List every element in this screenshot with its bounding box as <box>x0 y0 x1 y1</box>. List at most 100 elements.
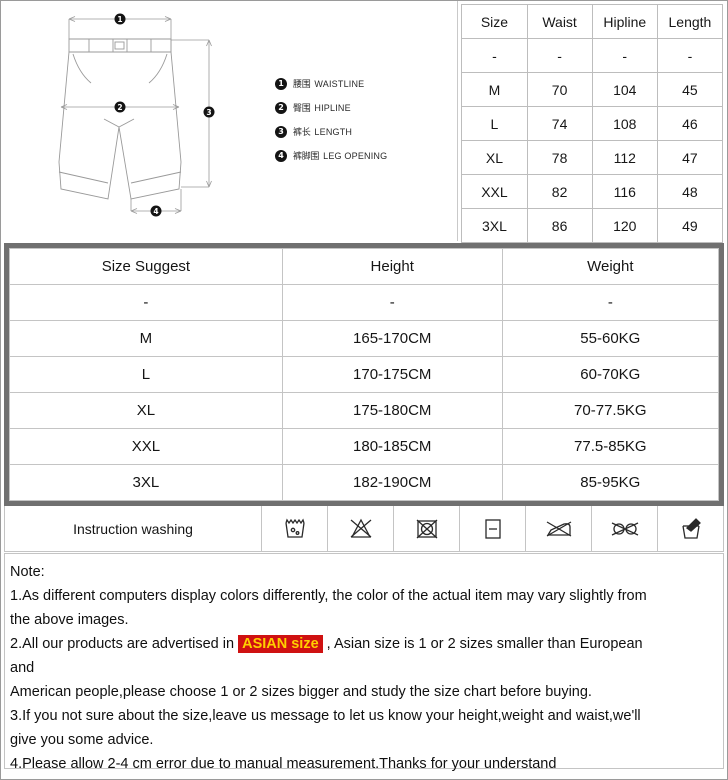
legend-bullet-2-icon: 2 <box>275 101 287 114</box>
do-not-bleach-icon <box>350 518 371 538</box>
legend-bullet-3-icon: 3 <box>275 125 287 138</box>
note-section: Note: 1.As different computers display c… <box>4 553 724 772</box>
note-item-2-text-after: , Asian size is 1 or 2 sizes smaller tha… <box>322 636 643 652</box>
note-item-1-line-2: the above images. <box>10 612 129 628</box>
table-row: 3XL 182-190CM 85-95KG <box>9 464 720 501</box>
do-not-bleach-icon-cell <box>328 506 394 551</box>
note-item-2-text-before: 2.All our products are advertised in <box>10 636 239 652</box>
cell-size: - <box>461 38 528 73</box>
cell-height: 175-180CM <box>281 392 503 429</box>
size-chart-page: 1 2 3 4 1 腰围 WAISTLINE 2 臀围 HIPLINE 3 裤长… <box>0 0 728 780</box>
note-item-2-line-3: American people,please choose 1 or 2 siz… <box>10 684 592 700</box>
table-row: XL 78 112 47 <box>461 140 724 175</box>
note-item-2-line-1: 2.All our products are advertised in ASI… <box>10 632 717 656</box>
cell-length: 49 <box>656 208 724 243</box>
column-header-weight: Weight <box>501 248 720 285</box>
cell-weight: 60-70KG <box>501 356 720 393</box>
legend-label-en: LEG OPENING <box>323 150 388 161</box>
cell-size: M <box>461 72 528 107</box>
do-not-tumble-dry-icon-cell <box>394 506 460 551</box>
legend-bullet-1-icon: 1 <box>275 77 287 90</box>
cell-weight: - <box>501 284 720 321</box>
column-header-hipline: Hipline <box>591 4 658 39</box>
dry-flat-icon-cell <box>460 506 526 551</box>
svg-text:4: 4 <box>153 207 158 216</box>
cell-size: XXL <box>461 174 528 209</box>
cell-height: - <box>281 284 503 321</box>
note-item-3-line-2: give you some advice. <box>10 732 154 748</box>
legend-label-en: HIPLINE <box>314 102 351 113</box>
cell-length: 45 <box>656 72 724 107</box>
cell-height: 170-175CM <box>281 356 503 393</box>
note-heading: Note: <box>10 564 45 580</box>
table-row: XL 175-180CM 70-77.5KG <box>9 392 720 429</box>
cell-waist: - <box>526 38 593 73</box>
cell-waist: 86 <box>526 208 593 243</box>
note-item-3-line-1: 3.If you not sure about the size,leave u… <box>10 708 641 724</box>
cell-weight: 55-60KG <box>501 320 720 357</box>
hand-wash-icon <box>681 517 701 539</box>
cell-size: 3XL <box>9 464 283 501</box>
legend-item-leg-opening: 4 裤脚围 LEG OPENING <box>275 145 455 166</box>
top-section: 1 2 3 4 1 腰围 WAISTLINE 2 臀围 HIPLINE 3 裤长… <box>1 1 727 243</box>
cell-length: - <box>656 38 724 73</box>
cell-size: XL <box>9 392 283 429</box>
cell-hipline: 116 <box>591 174 658 209</box>
cell-length: 47 <box>656 140 724 175</box>
cell-height: 180-185CM <box>281 428 503 465</box>
cell-size: XL <box>461 140 528 175</box>
cell-waist: 82 <box>526 174 593 209</box>
size-measurement-table: Size Waist Hipline Length - - - - M 70 1… <box>461 4 724 243</box>
measurement-legend: 1 腰围 WAISTLINE 2 臀围 HIPLINE 3 裤长 LENGTH … <box>275 73 455 169</box>
do-not-dry-clean-icon-cell <box>592 506 658 551</box>
cell-hipline: 112 <box>591 140 658 175</box>
do-not-iron-icon-cell <box>526 506 592 551</box>
column-header-length: Length <box>656 4 724 39</box>
size-suggest-table: Size Suggest Height Weight - - - M 165-1… <box>9 248 720 501</box>
cell-waist: 78 <box>526 140 593 175</box>
do-not-tumble-dry-icon <box>416 519 437 538</box>
cell-hipline: 108 <box>591 106 658 141</box>
cell-hipline: 120 <box>591 208 658 243</box>
table-row: XXL 82 116 48 <box>461 174 724 209</box>
cell-size: XXL <box>9 428 283 465</box>
cell-waist: 70 <box>526 72 593 107</box>
asian-size-highlight: ASIAN size <box>238 635 323 653</box>
legend-label-cn: 腰围 <box>293 80 311 90</box>
size-measurement-table-wrap: Size Waist Hipline Length - - - - M 70 1… <box>458 1 727 243</box>
table-row: L 170-175CM 60-70KG <box>9 356 720 393</box>
table-row: - - - - <box>461 38 724 73</box>
table-row: - - - <box>9 284 720 321</box>
cell-hipline: 104 <box>591 72 658 107</box>
column-header-size: Size <box>461 4 528 39</box>
note-item-4: 4.Please allow 2-4 cm error due to manua… <box>10 756 557 772</box>
cell-size: - <box>9 284 283 321</box>
shorts-diagram-panel: 1 2 3 4 1 腰围 WAISTLINE 2 臀围 HIPLINE 3 裤长… <box>1 1 459 241</box>
legend-label-en: WAISTLINE <box>314 78 365 89</box>
table-header-row: Size Suggest Height Weight <box>9 248 720 285</box>
machine-wash-icon <box>284 518 305 538</box>
cell-size: 3XL <box>461 208 528 243</box>
column-header-waist: Waist <box>526 4 593 39</box>
dry-flat-icon <box>484 518 501 539</box>
machine-wash-icon-cell <box>262 506 328 551</box>
cell-weight: 77.5-85KG <box>501 428 720 465</box>
svg-text:2: 2 <box>117 103 122 112</box>
table-row: 3XL 86 120 49 <box>461 208 724 243</box>
legend-label-cn: 裤长 <box>293 128 311 138</box>
cell-height: 182-190CM <box>281 464 503 501</box>
cell-weight: 70-77.5KG <box>501 392 720 429</box>
column-header-size-suggest: Size Suggest <box>9 248 283 285</box>
cell-weight: 85-95KG <box>501 464 720 501</box>
table-row: L 74 108 46 <box>461 106 724 141</box>
legend-item-length: 3 裤长 LENGTH <box>275 121 455 142</box>
hand-wash-icon-cell <box>658 506 723 551</box>
legend-label-cn: 臀围 <box>293 104 311 114</box>
svg-text:1: 1 <box>117 15 122 24</box>
cell-length: 46 <box>656 106 724 141</box>
size-suggest-table-wrap: Size Suggest Height Weight - - - M 165-1… <box>4 243 724 506</box>
legend-bullet-4-icon: 4 <box>275 149 287 162</box>
instruction-washing-label: Instruction washing <box>5 506 262 551</box>
table-header-row: Size Waist Hipline Length <box>461 4 724 39</box>
instruction-washing-row: Instruction washing <box>4 506 724 552</box>
